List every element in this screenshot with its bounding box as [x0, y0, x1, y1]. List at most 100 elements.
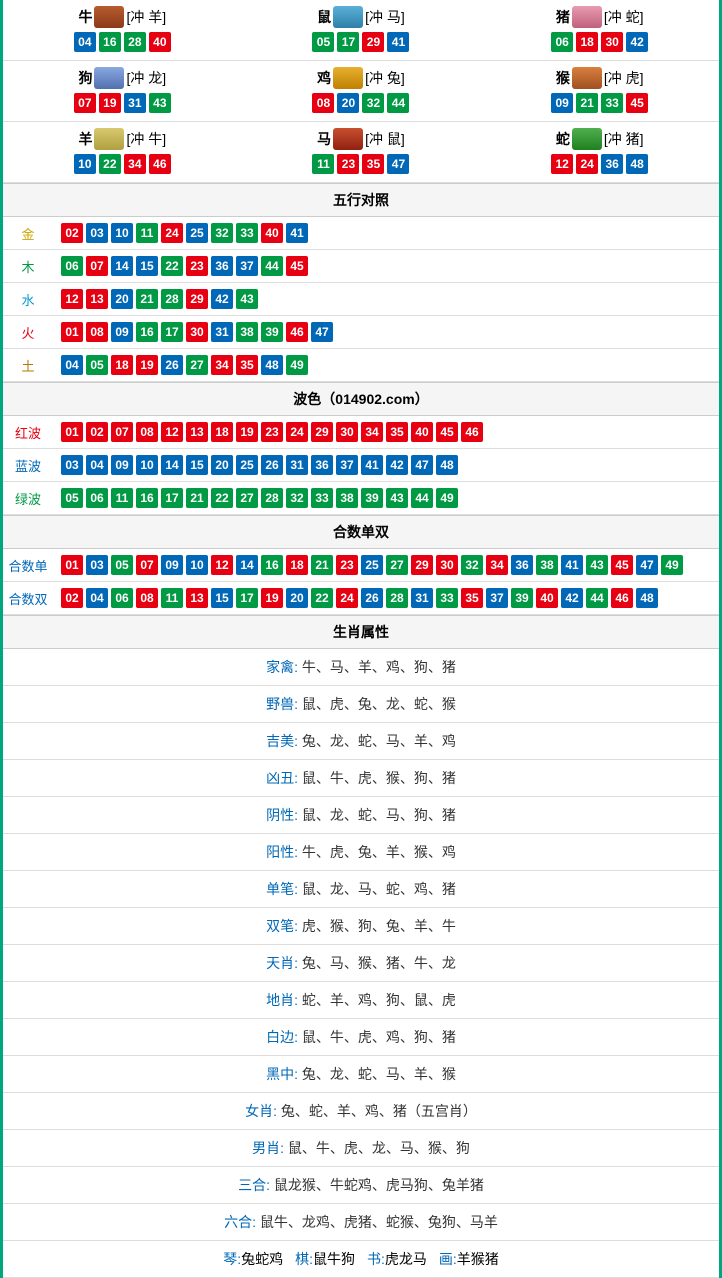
data-row: 绿波05061116172122272832333839434449	[3, 482, 719, 515]
row-label: 水	[3, 290, 53, 309]
number-badge: 27	[186, 355, 208, 375]
zodiac-name: 鸡	[317, 68, 331, 88]
number-badge: 46	[461, 422, 483, 442]
attr-row: 黑中: 兔、龙、蛇、马、羊、猴	[3, 1056, 719, 1093]
number-badge: 23	[186, 256, 208, 276]
number-badge: 49	[436, 488, 458, 508]
number-badge: 34	[361, 422, 383, 442]
number-badge: 31	[286, 455, 308, 475]
number-badge: 07	[111, 422, 133, 442]
number-badge: 02	[61, 588, 83, 608]
attr-row: 双笔: 虎、猴、狗、兔、羊、牛	[3, 908, 719, 945]
number-badge: 26	[261, 455, 283, 475]
number-badge: 07	[86, 256, 108, 276]
attr-label: 阳性:	[266, 844, 298, 860]
number-badge: 33	[436, 588, 458, 608]
zodiac-cell: 羊[冲 牛]10223446	[3, 122, 242, 183]
number-badge: 22	[161, 256, 183, 276]
number-badge: 15	[211, 588, 233, 608]
number-badge: 09	[111, 455, 133, 475]
number-badge: 11	[111, 488, 133, 508]
attr-label: 地肖:	[266, 992, 298, 1008]
number-badge: 28	[261, 488, 283, 508]
shengxiao-header: 生肖属性	[3, 615, 719, 649]
number-badge: 07	[74, 93, 96, 113]
number-badge: 24	[576, 154, 598, 174]
ji-icon	[333, 67, 363, 89]
number-badge: 44	[387, 93, 409, 113]
number-badge: 06	[551, 32, 573, 52]
number-badge: 49	[286, 355, 308, 375]
number-badge: 13	[186, 422, 208, 442]
attr-row: 单笔: 鼠、龙、马、蛇、鸡、猪	[3, 871, 719, 908]
zodiac-cell: 马[冲 鼠]11233547	[242, 122, 481, 183]
number-badge: 12	[211, 555, 233, 575]
data-row: 红波0102070812131819232429303435404546	[3, 416, 719, 449]
zodiac-chong: [冲 马]	[365, 7, 405, 27]
number-badge: 23	[261, 422, 283, 442]
number-badge: 28	[124, 32, 146, 52]
attr-value: 兔、龙、蛇、马、羊、猴	[298, 1066, 456, 1082]
number-badge: 08	[136, 588, 158, 608]
attr-value: 兔、马、猴、猪、牛、龙	[298, 955, 456, 971]
attr-row: 六合: 鼠牛、龙鸡、虎猪、蛇猴、兔狗、马羊	[3, 1204, 719, 1241]
number-badge: 14	[161, 455, 183, 475]
number-badge: 24	[336, 588, 358, 608]
number-badge: 09	[161, 555, 183, 575]
number-badge: 12	[161, 422, 183, 442]
number-badge: 26	[161, 355, 183, 375]
number-badge: 09	[111, 322, 133, 342]
number-badge: 36	[601, 154, 623, 174]
number-badge: 01	[61, 422, 83, 442]
number-badge: 10	[111, 223, 133, 243]
number-badge: 42	[386, 455, 408, 475]
number-badge: 38	[236, 322, 258, 342]
number-badge: 01	[61, 555, 83, 575]
number-badge: 35	[236, 355, 258, 375]
attr-label: 阴性:	[266, 807, 298, 823]
bose-header: 波色（014902.com）	[3, 382, 719, 416]
number-badge: 32	[286, 488, 308, 508]
number-badge: 37	[486, 588, 508, 608]
heshu-rows: 合数单0103050709101214161821232527293032343…	[3, 549, 719, 615]
zodiac-name: 猪	[556, 7, 570, 27]
number-badge: 21	[136, 289, 158, 309]
number-badge: 05	[61, 488, 83, 508]
zodiac-cell: 鼠[冲 马]05172941	[242, 0, 481, 61]
number-badge: 44	[261, 256, 283, 276]
number-badge: 16	[99, 32, 121, 52]
number-badge: 10	[186, 555, 208, 575]
attr-value: 鼠、牛、虎、猴、狗、猪	[298, 770, 456, 786]
number-badge: 15	[136, 256, 158, 276]
attr-row: 地肖: 蛇、羊、鸡、狗、鼠、虎	[3, 982, 719, 1019]
number-badge: 31	[411, 588, 433, 608]
row-label: 木	[3, 257, 53, 276]
hou-icon	[572, 67, 602, 89]
number-badge: 07	[136, 555, 158, 575]
number-badge: 36	[511, 555, 533, 575]
number-badge: 41	[361, 455, 383, 475]
number-badge: 06	[86, 488, 108, 508]
number-badge: 18	[211, 422, 233, 442]
row-label: 金	[3, 224, 53, 243]
number-badge: 48	[436, 455, 458, 475]
data-row: 木06071415222336374445	[3, 250, 719, 283]
number-badge: 30	[601, 32, 623, 52]
number-badge: 19	[99, 93, 121, 113]
zodiac-chong: [冲 兔]	[365, 68, 405, 88]
attr-row: 阴性: 鼠、龙、蛇、马、狗、猪	[3, 797, 719, 834]
attr-value: 鼠、牛、虎、龙、马、猴、狗	[284, 1140, 470, 1156]
ma-icon	[333, 128, 363, 150]
number-badge: 01	[61, 322, 83, 342]
number-badge: 34	[124, 154, 146, 174]
zhu-icon	[572, 6, 602, 28]
attr-label: 凶丑:	[266, 770, 298, 786]
wuxing-header: 五行对照	[3, 183, 719, 217]
data-row: 水1213202128294243	[3, 283, 719, 316]
number-badge: 26	[361, 588, 383, 608]
she-icon	[572, 128, 602, 150]
number-badge: 23	[336, 555, 358, 575]
number-badge: 30	[336, 422, 358, 442]
number-badge: 43	[586, 555, 608, 575]
wuxing-rows: 金02031011242532334041木060714152223363744…	[3, 217, 719, 382]
